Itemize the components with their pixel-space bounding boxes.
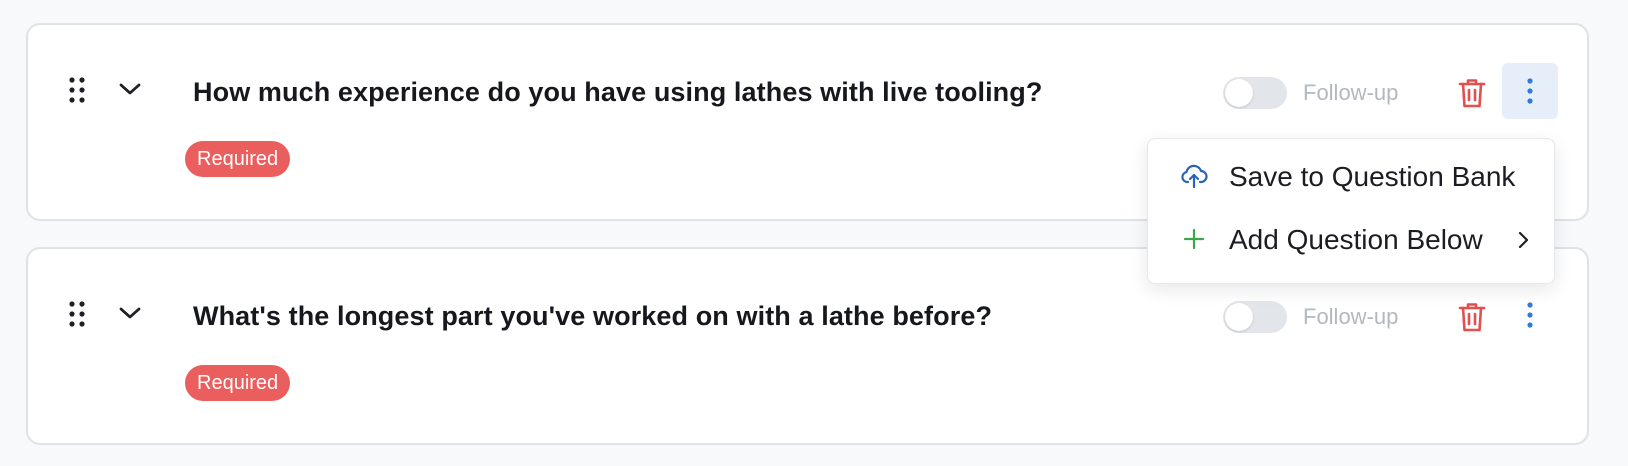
chevron-down-icon[interactable] — [118, 303, 142, 323]
question-title[interactable]: What's the longest part you've worked on… — [193, 301, 992, 332]
required-badge: Required — [185, 365, 291, 401]
plus-icon — [1183, 228, 1205, 250]
more-vertical-icon — [1527, 302, 1533, 328]
trash-icon[interactable] — [1457, 77, 1487, 109]
more-vertical-icon — [1527, 78, 1533, 104]
question-title[interactable]: How much experience do you have using la… — [193, 77, 1042, 108]
toggle-knob — [1225, 79, 1253, 107]
menu-item-add-question-below[interactable]: Add Question Below — [1148, 211, 1554, 267]
menu-item-label: Add Question Below — [1229, 224, 1483, 255]
menu-item-save-to-question-bank[interactable]: Save to Question Bank — [1148, 148, 1554, 204]
options-dropdown-menu: Save to Question Bank Add Question Below — [1147, 138, 1555, 284]
cloud-upload-icon — [1181, 164, 1208, 189]
chevron-down-icon[interactable] — [118, 79, 142, 99]
menu-item-label: Save to Question Bank — [1229, 161, 1516, 192]
drag-handle-icon[interactable] — [68, 77, 86, 103]
more-options-button[interactable] — [1502, 287, 1558, 343]
follow-up-label: Follow-up — [1303, 304, 1399, 329]
required-badge: Required — [185, 141, 291, 177]
more-options-button[interactable] — [1502, 63, 1558, 119]
trash-icon[interactable] — [1457, 301, 1487, 333]
chevron-right-icon — [1518, 231, 1529, 249]
drag-handle-icon[interactable] — [68, 301, 86, 327]
follow-up-label: Follow-up — [1303, 80, 1399, 105]
follow-up-toggle[interactable] — [1223, 301, 1287, 333]
follow-up-toggle[interactable] — [1223, 77, 1287, 109]
toggle-knob — [1225, 303, 1253, 331]
